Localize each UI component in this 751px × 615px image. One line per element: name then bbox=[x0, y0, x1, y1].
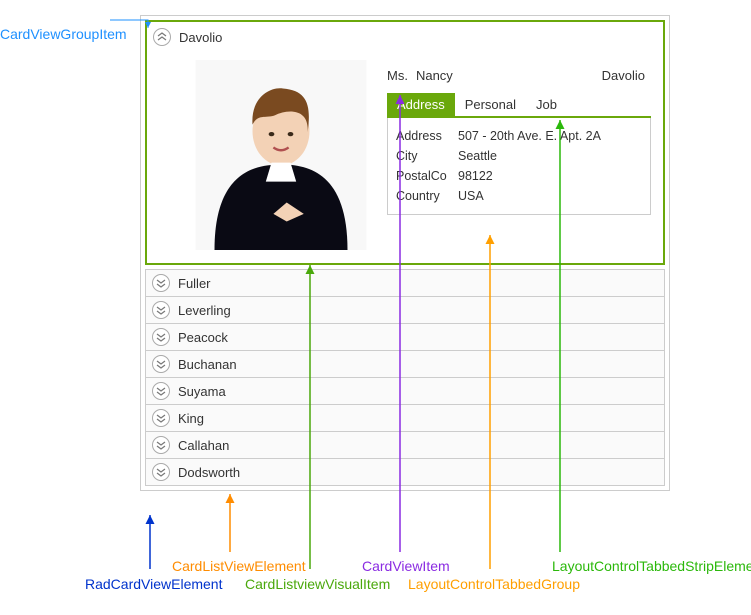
list-item[interactable]: Suyama bbox=[145, 377, 665, 404]
card-list-view-element: Fuller Leverling Peacock Buchanan Suyama… bbox=[145, 269, 665, 486]
layout-control-tabbed-group: Address 507 - 20th Ave. E. Apt. 2A City … bbox=[387, 118, 651, 215]
first-name-label: Nancy bbox=[416, 68, 453, 83]
card-header-label: Davolio bbox=[179, 30, 222, 45]
list-item-label: Dodsworth bbox=[178, 465, 240, 480]
rad-card-view-element: Davolio Ms. bbox=[140, 15, 670, 491]
name-row: Ms. Nancy Davolio bbox=[387, 68, 651, 83]
list-item-label: Buchanan bbox=[178, 357, 237, 372]
callout-cardviewgroupitem: CardViewGroupItem bbox=[0, 26, 127, 42]
chevron-down-icon[interactable] bbox=[152, 436, 170, 454]
field-city: City Seattle bbox=[396, 146, 642, 166]
last-name-label: Davolio bbox=[602, 68, 645, 83]
list-item[interactable]: Callahan bbox=[145, 431, 665, 458]
chevron-down-icon[interactable] bbox=[152, 409, 170, 427]
field-value: 98122 bbox=[458, 169, 642, 183]
tab-address[interactable]: Address bbox=[387, 93, 455, 116]
card-view-group-item[interactable]: Davolio bbox=[151, 26, 659, 52]
list-item-label: Callahan bbox=[178, 438, 229, 453]
chevron-down-icon[interactable] bbox=[152, 301, 170, 319]
list-item[interactable]: Leverling bbox=[145, 296, 665, 323]
list-item-label: Leverling bbox=[178, 303, 231, 318]
tab-personal[interactable]: Personal bbox=[455, 93, 526, 116]
field-postal: PostalCo 98122 bbox=[396, 166, 642, 186]
callout-tabbedgroup: LayoutControlTabbedGroup bbox=[408, 576, 580, 592]
card-details: Ms. Nancy Davolio Address Personal Job A… bbox=[387, 60, 651, 250]
chevron-up-icon[interactable] bbox=[153, 28, 171, 46]
card-view-item: Davolio Ms. bbox=[145, 20, 665, 265]
list-item[interactable]: Peacock bbox=[145, 323, 665, 350]
list-item-label: Peacock bbox=[178, 330, 228, 345]
field-value: USA bbox=[458, 189, 642, 203]
list-item[interactable]: Fuller bbox=[145, 269, 665, 296]
chevron-down-icon[interactable] bbox=[152, 382, 170, 400]
list-item-label: Suyama bbox=[178, 384, 226, 399]
callout-cardlist: CardListViewElement bbox=[172, 558, 306, 574]
tab-job[interactable]: Job bbox=[526, 93, 567, 116]
list-item[interactable]: King bbox=[145, 404, 665, 431]
list-item[interactable]: Dodsworth bbox=[145, 458, 665, 486]
field-value: 507 - 20th Ave. E. Apt. 2A bbox=[458, 129, 642, 143]
callout-tabbedstrip: LayoutControlTabbedStripElement bbox=[552, 558, 751, 574]
title-label: Ms. bbox=[387, 68, 408, 83]
field-key: City bbox=[396, 149, 458, 163]
field-country: Country USA bbox=[396, 186, 642, 206]
layout-control-tabbed-strip-element: Address Personal Job bbox=[387, 93, 651, 118]
avatar bbox=[191, 60, 371, 250]
card-listview-visual-item: Ms. Nancy Davolio Address Personal Job A… bbox=[151, 52, 659, 258]
list-item-label: King bbox=[178, 411, 204, 426]
callout-cardview: CardViewItem bbox=[362, 558, 450, 574]
chevron-down-icon[interactable] bbox=[152, 355, 170, 373]
chevron-down-icon[interactable] bbox=[152, 463, 170, 481]
callout-visual: CardListviewVisualItem bbox=[245, 576, 390, 592]
callout-rad: RadCardViewElement bbox=[85, 576, 222, 592]
chevron-down-icon[interactable] bbox=[152, 328, 170, 346]
field-address: Address 507 - 20th Ave. E. Apt. 2A bbox=[396, 126, 642, 146]
field-key: Address bbox=[396, 129, 458, 143]
field-key: PostalCo bbox=[396, 169, 458, 183]
list-item-label: Fuller bbox=[178, 276, 211, 291]
list-item[interactable]: Buchanan bbox=[145, 350, 665, 377]
field-key: Country bbox=[396, 189, 458, 203]
chevron-down-icon[interactable] bbox=[152, 274, 170, 292]
field-value: Seattle bbox=[458, 149, 642, 163]
